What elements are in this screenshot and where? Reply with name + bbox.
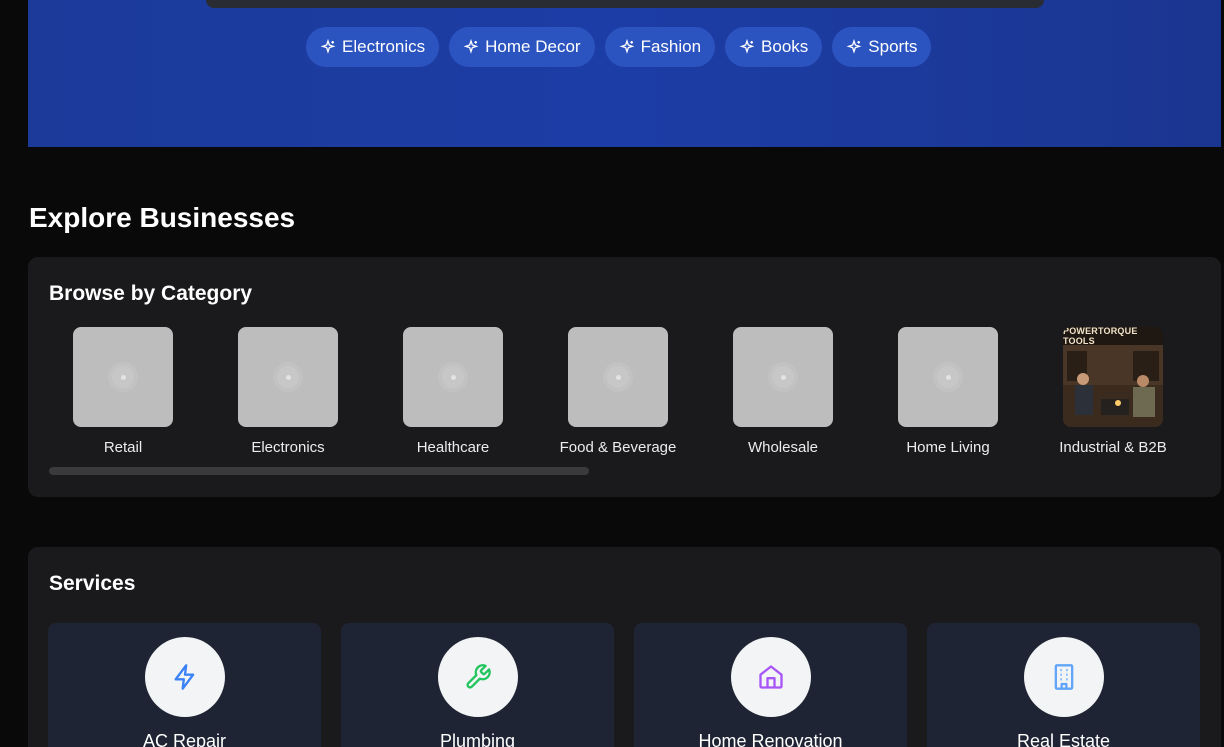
chip-fashion[interactable]: Fashion (604, 27, 716, 67)
chip-electronics[interactable]: Electronics (306, 27, 440, 67)
chip-books[interactable]: Books (725, 27, 823, 67)
wrench-icon (466, 664, 491, 689)
chip-label: Fashion (640, 37, 702, 56)
workshop-photo (1063, 345, 1163, 427)
service-item-home-renovation[interactable]: Home Renovation (634, 623, 907, 747)
category-thumbnail (403, 327, 503, 427)
category-label: Food & Beverage (559, 439, 677, 456)
service-item-ac-repair[interactable]: AC Repair (48, 623, 321, 747)
service-label: Home Renovation (698, 731, 843, 747)
category-item-industrial-b2b[interactable]: POWERTORQUE TOOLS Industrial & B2B (1059, 327, 1167, 456)
house-icon (758, 665, 783, 689)
sparkle-icon (739, 39, 755, 54)
category-photo: POWERTORQUE TOOLS (1063, 327, 1163, 427)
services-section-title: Services (49, 572, 136, 595)
category-item-electronics[interactable]: Electronics (238, 327, 338, 456)
category-item-healthcare[interactable]: Healthcare (403, 327, 503, 456)
image-placeholder-icon (277, 366, 299, 388)
service-label: Real Estate (1016, 731, 1111, 747)
category-thumbnail (238, 327, 338, 427)
sparkle-icon (619, 39, 635, 54)
category-thumbnail (733, 327, 833, 427)
category-list: Retail Electronics Healthcare Food & Bev… (73, 327, 1167, 456)
category-label: Home Living (906, 439, 990, 456)
page-title: Explore Businesses (29, 202, 296, 233)
service-item-real-estate[interactable]: Real Estate (927, 623, 1200, 747)
category-label: Electronics (251, 439, 325, 456)
service-icon-circle (144, 637, 225, 717)
category-label: Industrial & B2B (1059, 439, 1167, 456)
chip-home-decor[interactable]: Home Decor (449, 27, 595, 67)
service-item-plumbing[interactable]: Plumbing (341, 623, 614, 747)
search-bar[interactable] (206, 0, 1044, 8)
category-label: Healthcare (416, 439, 490, 456)
service-icon-circle (730, 637, 811, 717)
service-label: AC Repair (142, 731, 227, 747)
sparkle-icon (846, 39, 862, 54)
category-section-title: Browse by Category (49, 282, 253, 305)
category-card: Browse by Category Retail Electronics He… (28, 257, 1221, 497)
image-placeholder-icon (112, 366, 134, 388)
category-thumbnail (898, 327, 998, 427)
chip-label: Sports (868, 37, 918, 56)
hero-banner: Electronics Home Decor Fashion Books Spo… (28, 0, 1221, 147)
services-list: AC Repair Plumbing Home Renovation Real … (48, 623, 1200, 747)
category-item-wholesale[interactable]: Wholesale (733, 327, 833, 456)
category-item-food-beverage[interactable]: Food & Beverage (560, 327, 676, 456)
chip-label: Electronics (342, 37, 426, 56)
category-chips: Electronics Home Decor Fashion Books Spo… (306, 27, 932, 67)
category-thumbnail (73, 327, 173, 427)
service-label: Plumbing (439, 731, 516, 747)
category-item-retail[interactable]: Retail (73, 327, 173, 456)
image-placeholder-icon (607, 366, 629, 388)
category-item-home-living[interactable]: Home Living (898, 327, 998, 456)
chip-sports[interactable]: Sports (832, 27, 932, 67)
chip-label: Home Decor (485, 37, 581, 56)
lightning-icon (174, 664, 194, 690)
service-icon-circle (1023, 637, 1104, 717)
service-icon-circle (437, 637, 518, 717)
services-card: Services AC Repair Plumbing Home Renovat… (28, 547, 1221, 747)
building-icon (1054, 664, 1073, 690)
image-placeholder-icon (442, 366, 464, 388)
chip-label: Books (761, 37, 809, 56)
image-placeholder-icon (772, 366, 794, 388)
category-label: Wholesale (747, 439, 819, 456)
category-thumbnail (568, 327, 668, 427)
category-label: Retail (103, 439, 143, 456)
category-scrollbar[interactable] (49, 467, 589, 475)
sparkle-icon (320, 39, 336, 54)
image-placeholder-icon (937, 366, 959, 388)
sparkle-icon (463, 39, 479, 54)
